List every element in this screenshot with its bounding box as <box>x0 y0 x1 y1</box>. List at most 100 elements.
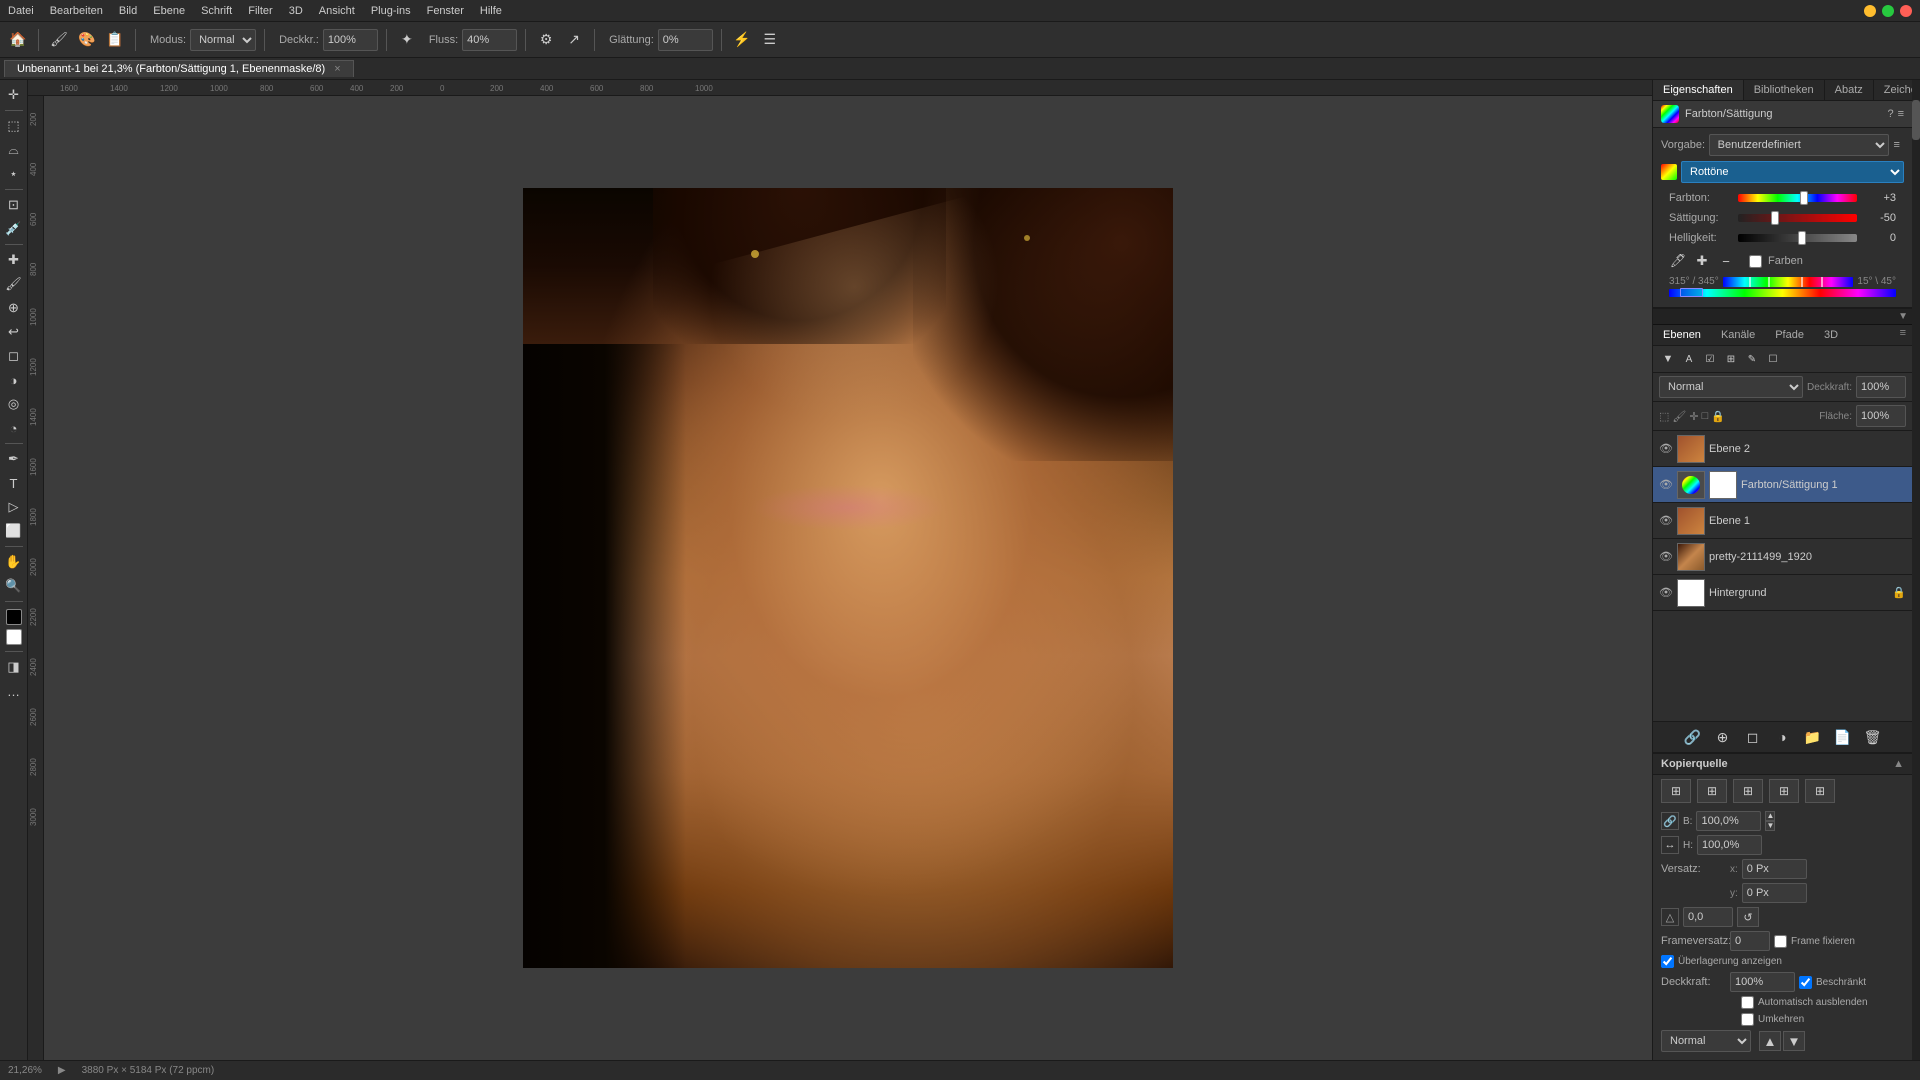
glättung-input[interactable] <box>658 29 713 51</box>
move-tool[interactable]: ✛ <box>3 84 25 106</box>
layer-vis-photo[interactable]: 👁 <box>1659 550 1673 564</box>
vorgabe-dropdown[interactable]: Benutzerdefiniert <box>1709 134 1890 156</box>
status-arrow[interactable]: ▶ <box>58 1065 66 1076</box>
menu-ebene[interactable]: Ebene <box>153 5 185 17</box>
maximize-button[interactable] <box>1882 5 1894 17</box>
clone-src-1[interactable]: ⊞ <box>1661 779 1691 803</box>
layer-type-button[interactable]: A <box>1680 350 1698 368</box>
add-mask-button[interactable]: ◻ <box>1742 726 1764 748</box>
dodge-tool[interactable]: ◔ <box>3 417 25 439</box>
menu-filter[interactable]: Filter <box>248 5 272 17</box>
pen-tool[interactable]: ✒ <box>3 448 25 470</box>
crop-tool[interactable]: ⊡ <box>3 194 25 216</box>
h-input[interactable] <box>1697 835 1762 855</box>
settings-button[interactable]: ⚙ <box>534 28 558 52</box>
layer-mode-dropdown[interactable]: Normal Multiplizieren Weiches Licht <box>1659 376 1803 398</box>
layers-panel-menu[interactable]: ≡ <box>1894 325 1912 345</box>
layer-vis-hintergrund[interactable]: 👁 <box>1659 586 1673 600</box>
farbton-slider[interactable] <box>1738 191 1857 205</box>
layers-tab-pfade[interactable]: Pfade <box>1765 325 1814 345</box>
select-tool[interactable]: ⬚ <box>3 115 25 137</box>
blur-tool[interactable]: ◎ <box>3 393 25 415</box>
clone-src-4[interactable]: ⊞ <box>1769 779 1799 803</box>
menu-fenster[interactable]: Fenster <box>427 5 464 17</box>
history-tool[interactable]: ↩ <box>3 321 25 343</box>
y-input[interactable] <box>1742 883 1807 903</box>
hand-tool[interactable]: ✋ <box>3 551 25 573</box>
lock-pixels-button[interactable]: 🖌 <box>1672 410 1686 423</box>
angle-input[interactable] <box>1683 907 1733 927</box>
right-scrollbar[interactable] <box>1912 80 1920 1060</box>
clone-link-icon[interactable]: 🔗 <box>1661 812 1679 830</box>
menu-ansicht[interactable]: Ansicht <box>319 5 355 17</box>
new-group-button[interactable]: 📁 <box>1802 726 1824 748</box>
b-decrement[interactable]: ▼ <box>1765 821 1775 831</box>
lock-transparent-button[interactable]: ⬚ <box>1659 410 1669 423</box>
layers-tab-ebenen[interactable]: Ebenen <box>1653 325 1711 345</box>
eyedropper-button[interactable]: 🎨 <box>75 28 99 52</box>
angle-flip-button[interactable]: ↺ <box>1737 907 1759 927</box>
background-color[interactable] <box>6 629 22 645</box>
b-increment[interactable]: ▲ <box>1765 811 1775 821</box>
huesat-menu-button[interactable]: ≡ <box>1898 108 1904 120</box>
beschränkt-checkbox[interactable] <box>1799 976 1812 989</box>
home-button[interactable]: 🏠 <box>6 28 30 52</box>
menu-hilfe[interactable]: Hilfe <box>480 5 502 17</box>
menu-datei[interactable]: Datei <box>8 5 34 17</box>
menu-3d[interactable]: 3D <box>289 5 303 17</box>
extra-button[interactable]: ☰ <box>758 28 782 52</box>
menu-bearbeiten[interactable]: Bearbeiten <box>50 5 103 17</box>
lock-position-button[interactable]: ✛ <box>1689 410 1698 423</box>
filter-layers-button[interactable]: ▼ <box>1659 350 1677 368</box>
clone-src-2[interactable]: ⊞ <box>1697 779 1727 803</box>
clone-stamp-button[interactable]: 📋 <box>103 28 127 52</box>
lock-all-button[interactable]: 🔒 <box>1711 410 1725 423</box>
clone-src-3[interactable]: ⊞ <box>1733 779 1763 803</box>
clone-mode-up[interactable]: ▲ <box>1759 1031 1781 1051</box>
lasso-tool[interactable]: ⌓ <box>3 139 25 161</box>
magic-wand-tool[interactable]: ⋆ <box>3 163 25 185</box>
layer-vis-ebene1[interactable]: 👁 <box>1659 514 1673 528</box>
brush-tool-button[interactable]: 🖌 <box>47 28 71 52</box>
text-tool[interactable]: T <box>3 472 25 494</box>
brush-tool[interactable]: 🖌 <box>3 273 25 295</box>
modus-dropdown[interactable]: Normal <box>190 29 256 51</box>
layer-item-huesat[interactable]: 👁 Farbton/Sättigung 1 <box>1653 467 1912 503</box>
layer-selected-button[interactable]: ☐ <box>1764 350 1782 368</box>
x-input[interactable] <box>1742 859 1807 879</box>
helligkeit-slider[interactable] <box>1738 231 1857 245</box>
new-layer-button[interactable]: 📄 <box>1832 726 1854 748</box>
überlagerung-checkbox[interactable] <box>1661 955 1674 968</box>
layer-vis-huesat[interactable]: 👁 <box>1659 478 1673 492</box>
layer-item-photo[interactable]: 👁 pretty-2111499_1920 <box>1653 539 1912 575</box>
fluss-input[interactable] <box>462 29 517 51</box>
layers-tab-kanäle[interactable]: Kanäle <box>1711 325 1765 345</box>
clone-h-icon[interactable]: ↔ <box>1661 836 1679 854</box>
symmetry-button[interactable]: ⚡ <box>730 28 754 52</box>
auto-ausblenden-checkbox[interactable] <box>1741 996 1754 1009</box>
extra-tools-button[interactable]: … <box>3 680 25 702</box>
add-style-button[interactable]: ⊕ <box>1712 726 1734 748</box>
b-input[interactable] <box>1696 811 1761 831</box>
menu-schrift[interactable]: Schrift <box>201 5 232 17</box>
eyedropper-icon-button[interactable]: 🖊 <box>1669 252 1687 270</box>
layer-fill-input[interactable] <box>1856 405 1906 427</box>
tab-close-button[interactable]: × <box>334 63 340 75</box>
path-select-tool[interactable]: ▷ <box>3 496 25 518</box>
layer-color-button[interactable]: ☑ <box>1701 350 1719 368</box>
layer-opacity-input[interactable] <box>1856 376 1906 398</box>
eyedropper-minus-button[interactable]: − <box>1717 252 1735 270</box>
quick-mask-button[interactable]: ◨ <box>3 656 25 678</box>
tab-abatz[interactable]: Abatz <box>1825 80 1874 100</box>
zoom-tool[interactable]: 🔍 <box>3 575 25 597</box>
menu-plugins[interactable]: Plug-ins <box>371 5 411 17</box>
eyedropper-plus-button[interactable]: ✚ <box>1693 252 1711 270</box>
airbrush-button[interactable]: ✦ <box>395 28 419 52</box>
vorgabe-menu-button[interactable]: ≡ <box>1889 139 1904 151</box>
clone-panel-collapse[interactable]: ▲ <box>1893 758 1904 770</box>
delete-layer-button[interactable]: 🗑 <box>1862 726 1884 748</box>
canvas[interactable] <box>44 96 1652 1060</box>
layer-item-ebene1[interactable]: 👁 Ebene 1 <box>1653 503 1912 539</box>
link-layers-button[interactable]: 🔗 <box>1682 726 1704 748</box>
heal-tool[interactable]: ✚ <box>3 249 25 271</box>
